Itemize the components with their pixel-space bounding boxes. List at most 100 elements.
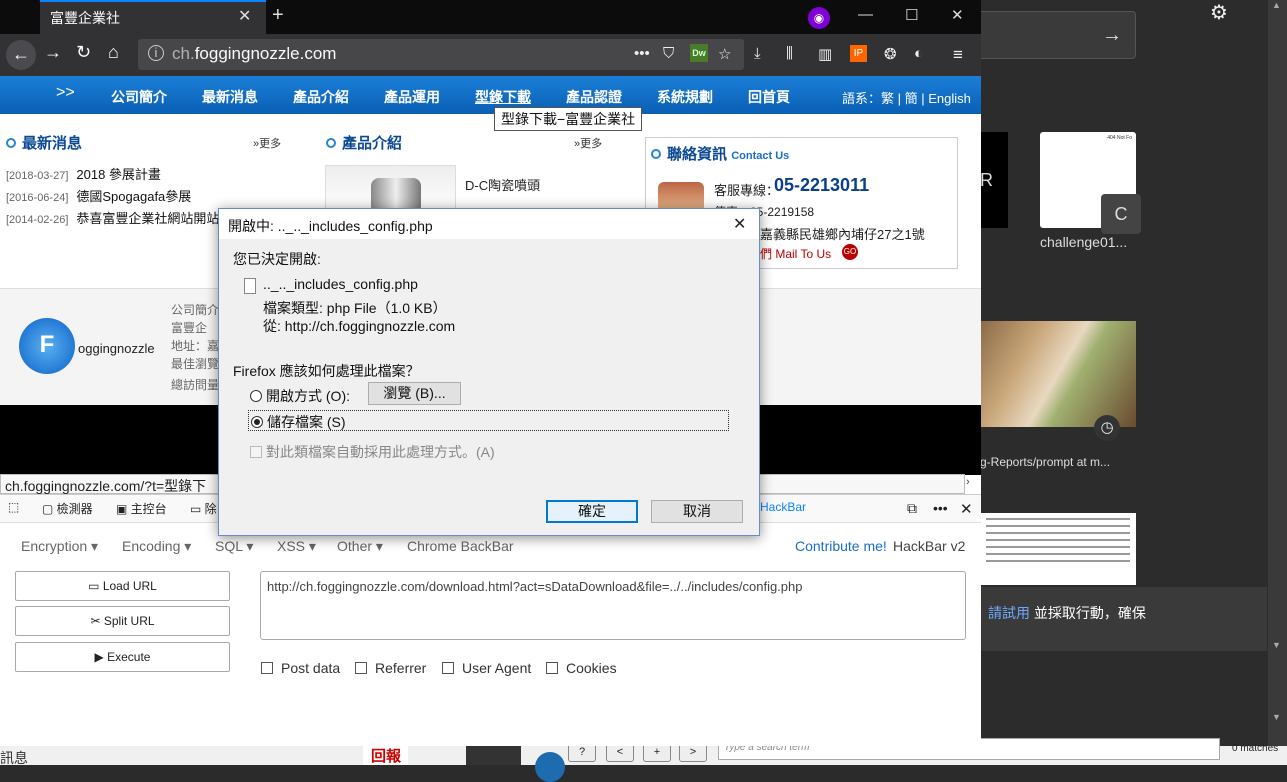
tile-c-badge: C	[1101, 194, 1141, 234]
more-options-icon[interactable]: •••	[933, 500, 948, 516]
maximize-icon[interactable]: ☐	[905, 6, 918, 24]
url-prefix: ch.	[172, 44, 195, 63]
tab-console[interactable]: ▣ 主控台	[116, 500, 167, 517]
menu-encoding[interactable]: Encoding ▾	[122, 538, 191, 555]
library-icon[interactable]: ⫼	[786, 45, 793, 62]
menu-other[interactable]: Other ▾	[337, 538, 383, 555]
news-item[interactable]: [2018-03-27] 2018 參展計畫	[6, 164, 161, 183]
mail-link[interactable]: 們 Mail To Us	[760, 245, 831, 262]
tel-number: 05-2213011	[774, 175, 870, 195]
pocket-icon[interactable]: ⛉	[663, 45, 674, 62]
sidebar-icon[interactable]: ▥	[818, 45, 832, 63]
dialog-source: 從: http://ch.foggingnozzle.com	[263, 318, 456, 334]
bookmark-star-icon[interactable]: ☆	[718, 45, 731, 63]
split-url-button[interactable]: ✂ Split URL	[15, 606, 230, 636]
scroll-down-icon[interactable]: ▼	[1272, 640, 1281, 650]
fox-extension-icon[interactable]: ❂	[884, 45, 897, 63]
background-document-thumb[interactable]	[980, 513, 1136, 585]
nav-link-applications[interactable]: 產品運用	[384, 87, 440, 107]
browse-button[interactable]: 瀏覽 (B)...	[368, 382, 461, 405]
back-arrow-icon[interactable]: ←	[6, 40, 36, 70]
url-text[interactable]: ch.foggingnozzle.com	[172, 44, 336, 64]
menu-xss[interactable]: XSS ▾	[277, 538, 316, 555]
scroll-up-icon[interactable]: ▲	[1272, 0, 1281, 10]
tile-caption: 404 Not Fo	[1107, 135, 1132, 141]
close-devtools-icon[interactable]: ✕	[960, 500, 973, 518]
nav-link-about[interactable]: 公司簡介	[111, 87, 167, 107]
products-more-link[interactable]: »更多	[574, 135, 602, 151]
logo-text: oggingnozzle	[78, 341, 155, 356]
hackbar-url-input[interactable]: http://ch.foggingnozzle.com/download.htm…	[260, 571, 966, 640]
save-file-radio[interactable]: 儲存檔案 (S)	[248, 410, 729, 431]
contribute-link[interactable]: Contribute me!	[795, 538, 887, 554]
new-tab-icon[interactable]: +	[272, 4, 284, 27]
dw-extension-icon[interactable]: Dw	[690, 44, 708, 62]
news-item[interactable]: [2014-02-26] 恭喜富豐企業社網站開站	[6, 208, 219, 227]
news-item[interactable]: [2016-06-24] 德國Spogagafa參展	[6, 186, 191, 205]
tab-inspector[interactable]: ▢ 檢測器	[42, 500, 93, 517]
background-tile[interactable]: R	[980, 132, 1008, 228]
scroll-right-icon[interactable]: ›	[966, 476, 970, 488]
notice-text: 並採取行動，確保	[1030, 605, 1146, 621]
pick-element-icon[interactable]: ⬚	[8, 500, 19, 514]
report-button[interactable]: 回報	[363, 745, 408, 765]
scissors-icon: ✂	[90, 614, 104, 628]
product-name[interactable]: D-C陶瓷噴頭	[465, 175, 540, 194]
radio-selected-icon	[251, 416, 263, 428]
user-agent-checkbox[interactable]: User Agent	[442, 660, 531, 676]
dock-icon[interactable]: ⧉	[907, 500, 917, 517]
footer-line[interactable]: 公司簡介	[171, 301, 219, 318]
dialog-close-icon[interactable]: ✕	[733, 214, 746, 234]
dialog-title: 開啟中: .._.._includes_config.php	[228, 218, 433, 234]
notice-link[interactable]: 請試用	[988, 605, 1030, 621]
background-photo[interactable]	[980, 321, 1136, 427]
ip-extension-icon[interactable]: IP	[850, 45, 867, 62]
home-icon[interactable]: ⌂	[108, 42, 119, 63]
menu-chrome-backbar[interactable]: Chrome BackBar	[407, 538, 514, 554]
photo-label[interactable]: g-Reports/prompt at m...	[980, 455, 1110, 469]
close-icon[interactable]: ✕	[238, 6, 251, 26]
gear-icon[interactable]: ⚙	[1210, 0, 1228, 25]
url-host: foggingnozzle.com	[194, 44, 337, 63]
lang-english[interactable]: English	[928, 91, 971, 106]
referrer-checkbox[interactable]: Referrer	[355, 660, 426, 676]
lang-simplified[interactable]: 簡	[905, 91, 918, 106]
nav-link-news[interactable]: 最新消息	[202, 87, 258, 107]
play-icon: ▶	[94, 650, 108, 664]
scroll-down-icon[interactable]: ▼	[1272, 712, 1281, 722]
ok-button[interactable]: 確定	[546, 500, 638, 523]
background-scrollbar[interactable]	[1268, 0, 1287, 765]
cookies-checkbox[interactable]: Cookies	[546, 660, 617, 676]
nav-link-certification[interactable]: 產品認證	[566, 87, 622, 107]
open-with-radio[interactable]: 開啟方式 (O):	[250, 386, 350, 406]
menu-sql[interactable]: SQL ▾	[215, 538, 253, 555]
page-actions-icon[interactable]: •••	[634, 45, 650, 62]
tile-label[interactable]: challenge01...	[1040, 234, 1127, 250]
extension-icon[interactable]: ◐	[914, 45, 923, 62]
auto-handle-checkbox[interactable]: 對此類檔案自動採用此處理方式。(A)	[250, 442, 495, 462]
nav-link-products[interactable]: 產品介紹	[293, 87, 349, 107]
bottom-label: 訊息	[0, 750, 28, 766]
close-window-icon[interactable]: ✕	[951, 6, 964, 24]
nav-link-home[interactable]: 回首頁	[748, 87, 790, 107]
go-button[interactable]: GO	[842, 244, 858, 260]
download-icon[interactable]: ⤓	[754, 45, 761, 62]
news-more-link[interactable]: »更多	[253, 135, 281, 151]
reload-icon[interactable]: ↻	[76, 42, 91, 63]
cancel-button[interactable]: 取消	[651, 500, 743, 523]
tab-hackbar[interactable]: HackBar	[760, 500, 806, 514]
menu-encryption[interactable]: Encryption ▾	[21, 538, 98, 555]
lang-traditional[interactable]: 繁	[881, 91, 894, 106]
nav-link-catalog[interactable]: 型錄下載	[475, 87, 531, 107]
tab-debugger[interactable]: ▭ 除	[190, 500, 217, 517]
load-url-button[interactable]: ▭ Load URL	[15, 571, 230, 601]
post-data-checkbox[interactable]: Post data	[261, 660, 340, 676]
minimize-icon[interactable]: —	[858, 6, 873, 23]
file-icon	[244, 278, 256, 294]
go-arrow-icon[interactable]: →	[1102, 24, 1122, 47]
menu-icon[interactable]: ≡	[953, 45, 963, 65]
nav-link-system[interactable]: 系統規劃	[657, 87, 713, 107]
forward-arrow-icon[interactable]: →	[44, 42, 62, 63]
execute-button[interactable]: ▶ Execute	[15, 642, 230, 672]
info-icon[interactable]: i	[148, 45, 164, 61]
